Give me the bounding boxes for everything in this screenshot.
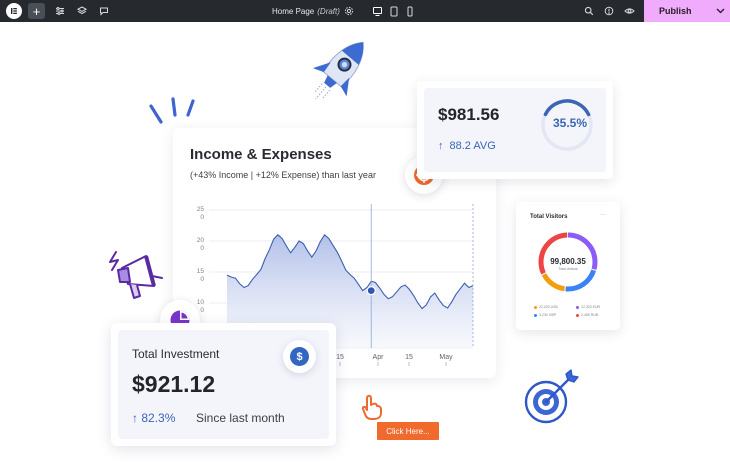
legend-item: 12,320 EUR: [576, 305, 600, 309]
layers-icon[interactable]: [74, 3, 90, 19]
chevron-down-icon: [716, 8, 724, 14]
spark-lines-icon: [149, 97, 195, 124]
search-icon[interactable]: [581, 3, 597, 19]
visitors-total: 99,800.35: [550, 257, 586, 266]
mobile-icon[interactable]: [402, 3, 418, 19]
legend-dot: [534, 313, 537, 317]
settings-sliders-icon[interactable]: [52, 3, 68, 19]
arrow-up-icon: ↑: [438, 140, 444, 152]
arrow-up-icon: ↑: [132, 411, 138, 425]
y-tick-sub-label: 0: [200, 245, 204, 252]
preview-eye-icon[interactable]: [621, 3, 637, 19]
page-status: (Draft): [317, 6, 340, 16]
elementor-logo-icon[interactable]: [6, 3, 22, 19]
y-tick-label: 15: [197, 268, 205, 275]
page-title[interactable]: Home Page (Draft): [272, 0, 340, 22]
editor-top-bar: + Home Page (Draft) Publish: [0, 0, 730, 22]
desktop-icon[interactable]: [369, 3, 385, 19]
y-tick-sub-label: 0: [200, 214, 204, 221]
legend-item: 2,455 RUB: [576, 313, 598, 317]
tablet-icon[interactable]: [386, 3, 402, 19]
plus-icon: +: [32, 3, 41, 19]
page-name: Home Page: [272, 6, 315, 16]
hover-point[interactable]: [366, 286, 376, 296]
x-tick-label: 15: [405, 354, 413, 361]
comments-icon[interactable]: [96, 3, 112, 19]
x-tick-label: 15: [336, 354, 344, 361]
legend-label: 2,455 RUB: [581, 313, 599, 317]
stat-amount: $981.56: [438, 105, 500, 124]
publish-label: Publish: [659, 6, 692, 16]
bullseye-icon: [524, 369, 579, 424]
dollar-badge: $: [283, 340, 316, 373]
y-tick-label: 25: [197, 206, 205, 213]
stat-percent: 35.5%: [552, 116, 588, 130]
stat-average: ↑ 88.2 AVG: [438, 140, 496, 152]
investment-title: Total Investment: [132, 347, 220, 361]
x-tick-label: Apr: [373, 354, 385, 361]
canvas: + Home Page (Draft) Publish Income & Exp…: [0, 0, 730, 472]
legend-dot: [534, 305, 537, 309]
legend-dot: [576, 313, 579, 317]
help-icon[interactable]: [601, 3, 617, 19]
stat-card-body: $981.56 ↑ 88.2 AVG: [424, 88, 606, 172]
legend-label: 22,220 USD: [539, 305, 559, 309]
legend-item: 22,220 USD: [534, 305, 558, 309]
y-tick-sub-label: 0: [200, 276, 204, 283]
legend-label: 3,230 GBP: [539, 313, 557, 317]
visitors-title: Total Visitors: [530, 214, 568, 220]
visitors-total-label: Total visitors: [558, 267, 578, 271]
publish-options-button[interactable]: [710, 0, 730, 22]
investment-period: Since last month: [196, 411, 285, 425]
legend-dot: [576, 305, 579, 309]
legend-item: 3,230 GBP: [534, 313, 556, 317]
add-element-button[interactable]: +: [28, 3, 45, 19]
investment-change: ↑ 82.3%: [132, 411, 175, 425]
rocket-icon: [312, 41, 364, 100]
dollar-icon: $: [290, 347, 309, 366]
stat-card: $981.56 ↑ 88.2 AVG 35.5%: [417, 81, 613, 179]
total-visitors-card: Total Visitors ··· 99,800.35 Total visit…: [516, 202, 620, 330]
investment-amount: $921.12: [132, 371, 216, 397]
stat-average-label: 88.2 AVG: [449, 140, 496, 152]
click-here-button[interactable]: Click Here...: [377, 422, 439, 440]
investment-change-value: 82.3%: [141, 411, 176, 425]
page-settings-icon[interactable]: [341, 3, 357, 19]
y-tick-label: 20: [197, 237, 205, 244]
more-options-icon[interactable]: ···: [600, 212, 606, 218]
x-tick-label: May: [439, 354, 453, 361]
pointer-hand-icon: [361, 394, 382, 420]
y-tick-label: 10: [197, 299, 205, 306]
megaphone-icon: [109, 251, 163, 299]
y-tick-sub-label: 0: [200, 307, 204, 314]
legend-label: 12,320 EUR: [581, 305, 601, 309]
